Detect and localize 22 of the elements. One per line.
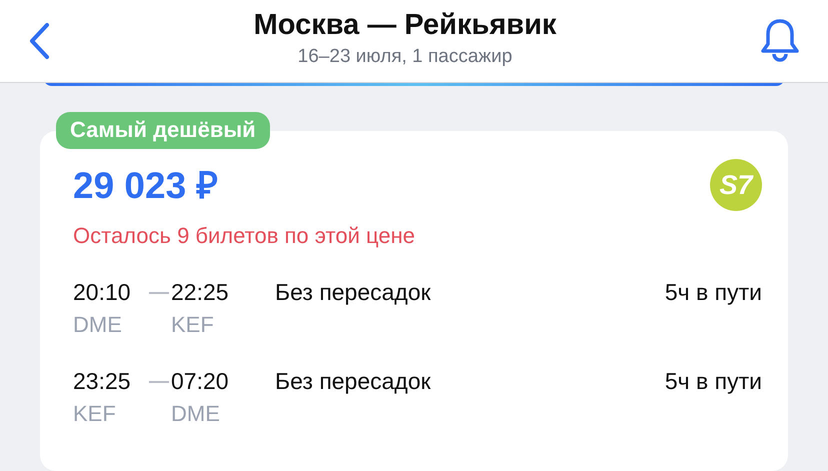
airport-code: DME xyxy=(171,401,221,427)
flight-duration: 5ч в пути xyxy=(664,279,762,306)
stops-info: Без пересадок xyxy=(275,279,432,306)
back-button[interactable] xyxy=(28,22,50,60)
airport-code: KEF xyxy=(73,401,117,427)
stops-info: Без пересадок xyxy=(275,368,432,395)
cheapest-badge: Самый дешёвый xyxy=(56,112,270,149)
bell-icon xyxy=(760,18,800,64)
arrival-time: 22:25 xyxy=(171,279,230,306)
tickets-left-warning: Осталось 9 билетов по этой цене xyxy=(73,223,416,249)
route-title: Москва — Рейкьявик xyxy=(254,9,556,42)
arrival-time: 07:20 xyxy=(171,368,230,395)
departure-time: 23:25 xyxy=(73,368,132,395)
price: 29 023 ₽ xyxy=(73,167,218,204)
airport-code: KEF xyxy=(171,312,215,338)
back-icon xyxy=(28,22,50,60)
departure-time: 20:10 xyxy=(73,279,132,306)
airport-code: DME xyxy=(73,312,123,338)
notification-button[interactable] xyxy=(760,18,800,64)
trip-details: 16–23 июля, 1 пассажир xyxy=(298,46,512,68)
airline-logo: S7 xyxy=(710,159,762,211)
flight-duration: 5ч в пути xyxy=(664,368,762,395)
